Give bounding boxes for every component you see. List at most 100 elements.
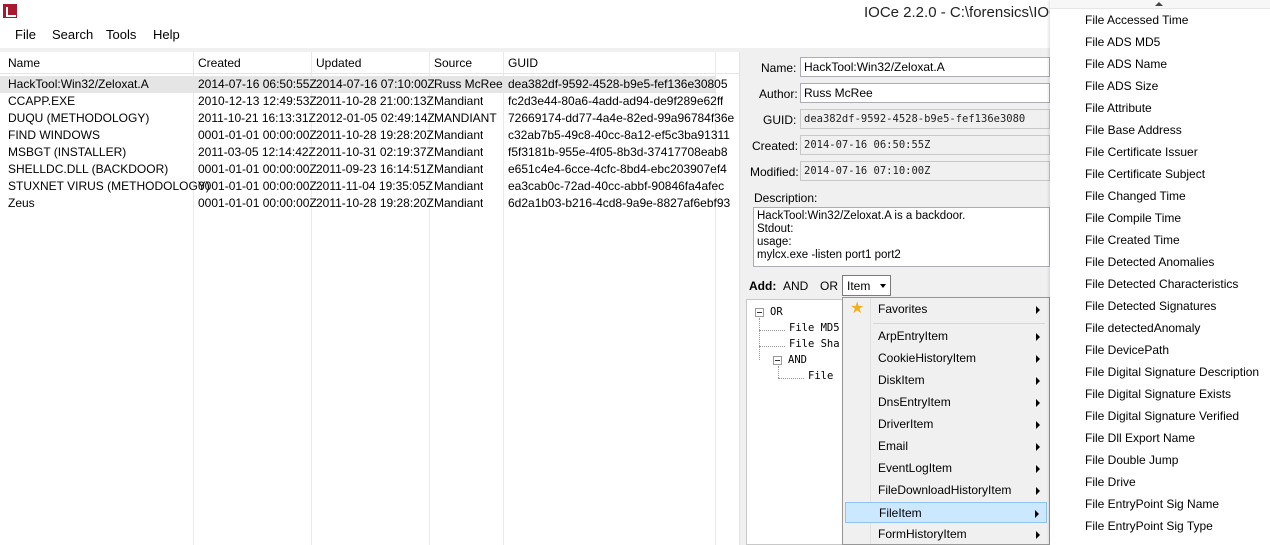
submenu-item[interactable]: File ADS Name bbox=[1085, 57, 1167, 71]
table-row[interactable]: Zeus 0001-01-01 00:00:00Z 2011-10-28 19:28… bbox=[0, 195, 730, 212]
table-row[interactable]: DUQU (METHODOLOGY) 2011-10-21 16:13:31Z 20… bbox=[0, 110, 734, 127]
table-row[interactable]: STUXNET VIRUS (METHODOLOGY) 0001-01-01 00… bbox=[0, 178, 724, 195]
created-label: Created: bbox=[752, 139, 799, 153]
menu-item-arpentryitem[interactable]: ArpEntryItem bbox=[845, 326, 1047, 347]
menu-item-fileitem[interactable]: FileItem bbox=[845, 502, 1047, 523]
menu-tools[interactable]: Tools bbox=[106, 27, 136, 42]
ioc-list[interactable]: Name Created Updated Source GUID HackToo… bbox=[0, 52, 740, 545]
menu-item-diskitem[interactable]: DiskItem bbox=[845, 370, 1047, 391]
tree-node-file-sha[interactable]: File Sha bbox=[789, 338, 840, 350]
cell-name: Zeus bbox=[8, 196, 35, 210]
table-row[interactable]: HackTool:Win32/Zeloxat.A 2014-07-16 06:50… bbox=[0, 76, 728, 93]
submenu-item[interactable]: File Detected Signatures bbox=[1085, 299, 1216, 313]
menu-item-label: CookieHistoryItem bbox=[878, 351, 977, 365]
created-field: 2014-07-16 06:50:55Z bbox=[800, 135, 1050, 155]
cell-source: MANDIANT bbox=[434, 111, 497, 125]
menu-item-filedownloadhistoryitem[interactable]: FileDownloadHistoryItem bbox=[845, 480, 1047, 501]
menu-item-driveritem[interactable]: DriverItem bbox=[845, 414, 1047, 435]
cell-source: Mandiant bbox=[434, 94, 484, 108]
cell-updated: 2011-09-23 16:14:51Z bbox=[316, 162, 434, 176]
chevron-right-icon bbox=[1036, 465, 1040, 473]
cell-source: Mandiant bbox=[434, 145, 484, 159]
cell-source: Russ McRee bbox=[434, 77, 503, 91]
column-header-created[interactable]: Created bbox=[198, 56, 241, 70]
cell-guid: f5f3181b-955e-4f05-8b3d-37417708eab8 bbox=[508, 145, 728, 159]
menu-item-dnsentryitem[interactable]: DnsEntryItem bbox=[845, 392, 1047, 413]
chevron-right-icon bbox=[1036, 355, 1040, 363]
name-field[interactable]: HackTool:Win32/Zeloxat.A bbox=[800, 57, 1050, 77]
collapse-icon[interactable] bbox=[755, 308, 764, 317]
submenu-item[interactable]: File DevicePath bbox=[1085, 343, 1169, 357]
table-row[interactable]: MSBGT (INSTALLER) 2011-03-05 12:14:42Z 201… bbox=[0, 144, 728, 161]
submenu-item[interactable]: File detectedAnomaly bbox=[1085, 321, 1200, 335]
cell-created: 2010-12-13 12:49:53Z bbox=[198, 94, 317, 108]
tree-connector bbox=[759, 346, 785, 347]
menu-item-formhistoryitem[interactable]: FormHistoryItem bbox=[845, 524, 1047, 544]
submenu-item[interactable]: File ADS Size bbox=[1085, 79, 1158, 93]
tree-node-and[interactable]: AND bbox=[788, 354, 807, 366]
submenu-item[interactable]: File Digital Signature Description bbox=[1085, 365, 1259, 379]
modified-label: Modified: bbox=[750, 165, 799, 179]
submenu-item[interactable]: File Digital Signature Verified bbox=[1085, 409, 1239, 423]
submenu-item[interactable]: File Double Jump bbox=[1085, 453, 1178, 467]
column-header-guid[interactable]: GUID bbox=[508, 56, 538, 70]
add-label: Add: bbox=[749, 279, 777, 293]
submenu-item[interactable]: File Compile Time bbox=[1085, 211, 1181, 225]
cell-created: 2011-10-21 16:13:31Z bbox=[198, 111, 316, 125]
cell-source: Mandiant bbox=[434, 128, 484, 142]
menu-item-label: FormHistoryItem bbox=[878, 527, 967, 541]
submenu-item[interactable]: File Digital Signature Exists bbox=[1085, 387, 1231, 401]
cell-updated: 2011-10-28 21:00:13Z bbox=[316, 94, 434, 108]
menu-item-email[interactable]: Email bbox=[845, 436, 1047, 457]
cell-name: SHELLDC.DLL (BACKDOOR) bbox=[8, 162, 169, 176]
submenu-item[interactable]: File ADS MD5 bbox=[1085, 35, 1160, 49]
submenu-item[interactable]: File Dll Export Name bbox=[1085, 431, 1195, 445]
add-item-dropdown[interactable]: Item bbox=[842, 275, 891, 296]
tree-node-file[interactable]: File bbox=[808, 370, 833, 382]
add-or-button[interactable]: OR bbox=[820, 279, 838, 293]
menu-item-label: DiskItem bbox=[878, 373, 925, 387]
submenu-item[interactable]: File Changed Time bbox=[1085, 189, 1186, 203]
table-row[interactable]: CCAPP.EXE 2010-12-13 12:49:53Z 2011-10-28 … bbox=[0, 93, 723, 110]
table-row[interactable]: FIND WINDOWS 0001-01-01 00:00:00Z 2011-10-… bbox=[0, 127, 730, 144]
table-row[interactable]: SHELLDC.DLL (BACKDOOR) 0001-01-01 00:00:0… bbox=[0, 161, 727, 178]
submenu-item[interactable]: File Certificate Subject bbox=[1085, 167, 1205, 181]
tree-node-file-md5[interactable]: File MD5 bbox=[789, 322, 840, 334]
cell-updated: 2014-07-16 07:10:00Z bbox=[316, 77, 435, 91]
star-icon: ★ bbox=[850, 300, 865, 317]
menu-item-cookiehistoryitem[interactable]: CookieHistoryItem bbox=[845, 348, 1047, 369]
submenu-item[interactable]: File Detected Anomalies bbox=[1085, 255, 1214, 269]
submenu-item[interactable]: File Accessed Time bbox=[1085, 13, 1188, 27]
menu-help[interactable]: Help bbox=[153, 27, 180, 42]
submenu-item[interactable]: File Drive bbox=[1085, 475, 1136, 489]
submenu-item[interactable]: File Detected Characteristics bbox=[1085, 277, 1238, 291]
submenu-item[interactable]: File Base Address bbox=[1085, 123, 1182, 137]
collapse-icon[interactable] bbox=[773, 356, 782, 365]
cell-created: 0001-01-01 00:00:00Z bbox=[198, 128, 317, 142]
tree-node-or[interactable]: OR bbox=[770, 306, 783, 318]
menu-item-eventlogitem[interactable]: EventLogItem bbox=[845, 458, 1047, 479]
add-and-button[interactable]: AND bbox=[783, 279, 808, 293]
menu-search[interactable]: Search bbox=[52, 27, 93, 42]
tree-connector bbox=[778, 366, 779, 378]
menu-item-favorites[interactable]: ★ Favorites bbox=[845, 299, 1047, 320]
column-header-name[interactable]: Name bbox=[8, 56, 40, 70]
cell-created: 0001-01-01 00:00:00Z bbox=[198, 179, 317, 193]
submenu-item[interactable]: File Created Time bbox=[1085, 233, 1180, 247]
submenu-item[interactable]: File Certificate Issuer bbox=[1085, 145, 1198, 159]
cell-source: Mandiant bbox=[434, 196, 484, 210]
submenu-item[interactable]: File Attribute bbox=[1085, 101, 1152, 115]
chevron-right-icon bbox=[1036, 377, 1040, 385]
cell-guid: 72669174-dd77-4a4e-82ed-99a96784f36e bbox=[508, 111, 735, 125]
cell-name: MSBGT (INSTALLER) bbox=[8, 145, 127, 159]
author-field[interactable]: Russ McRee bbox=[800, 83, 1050, 103]
submenu-item[interactable]: File EntryPoint Sig Name bbox=[1085, 497, 1219, 511]
column-header-updated[interactable]: Updated bbox=[316, 56, 361, 70]
column-header-source[interactable]: Source bbox=[434, 56, 472, 70]
menu-item-label: FileDownloadHistoryItem bbox=[878, 483, 1012, 497]
chevron-right-icon bbox=[1036, 487, 1040, 495]
description-textarea[interactable]: HackTool:Win32/Zeloxat.A is a backdoor. … bbox=[753, 207, 1050, 267]
menu-file[interactable]: File bbox=[15, 27, 36, 42]
submenu-item[interactable]: File EntryPoint Sig Type bbox=[1085, 519, 1213, 533]
scroll-up-arrow-icon[interactable] bbox=[1050, 0, 1270, 9]
